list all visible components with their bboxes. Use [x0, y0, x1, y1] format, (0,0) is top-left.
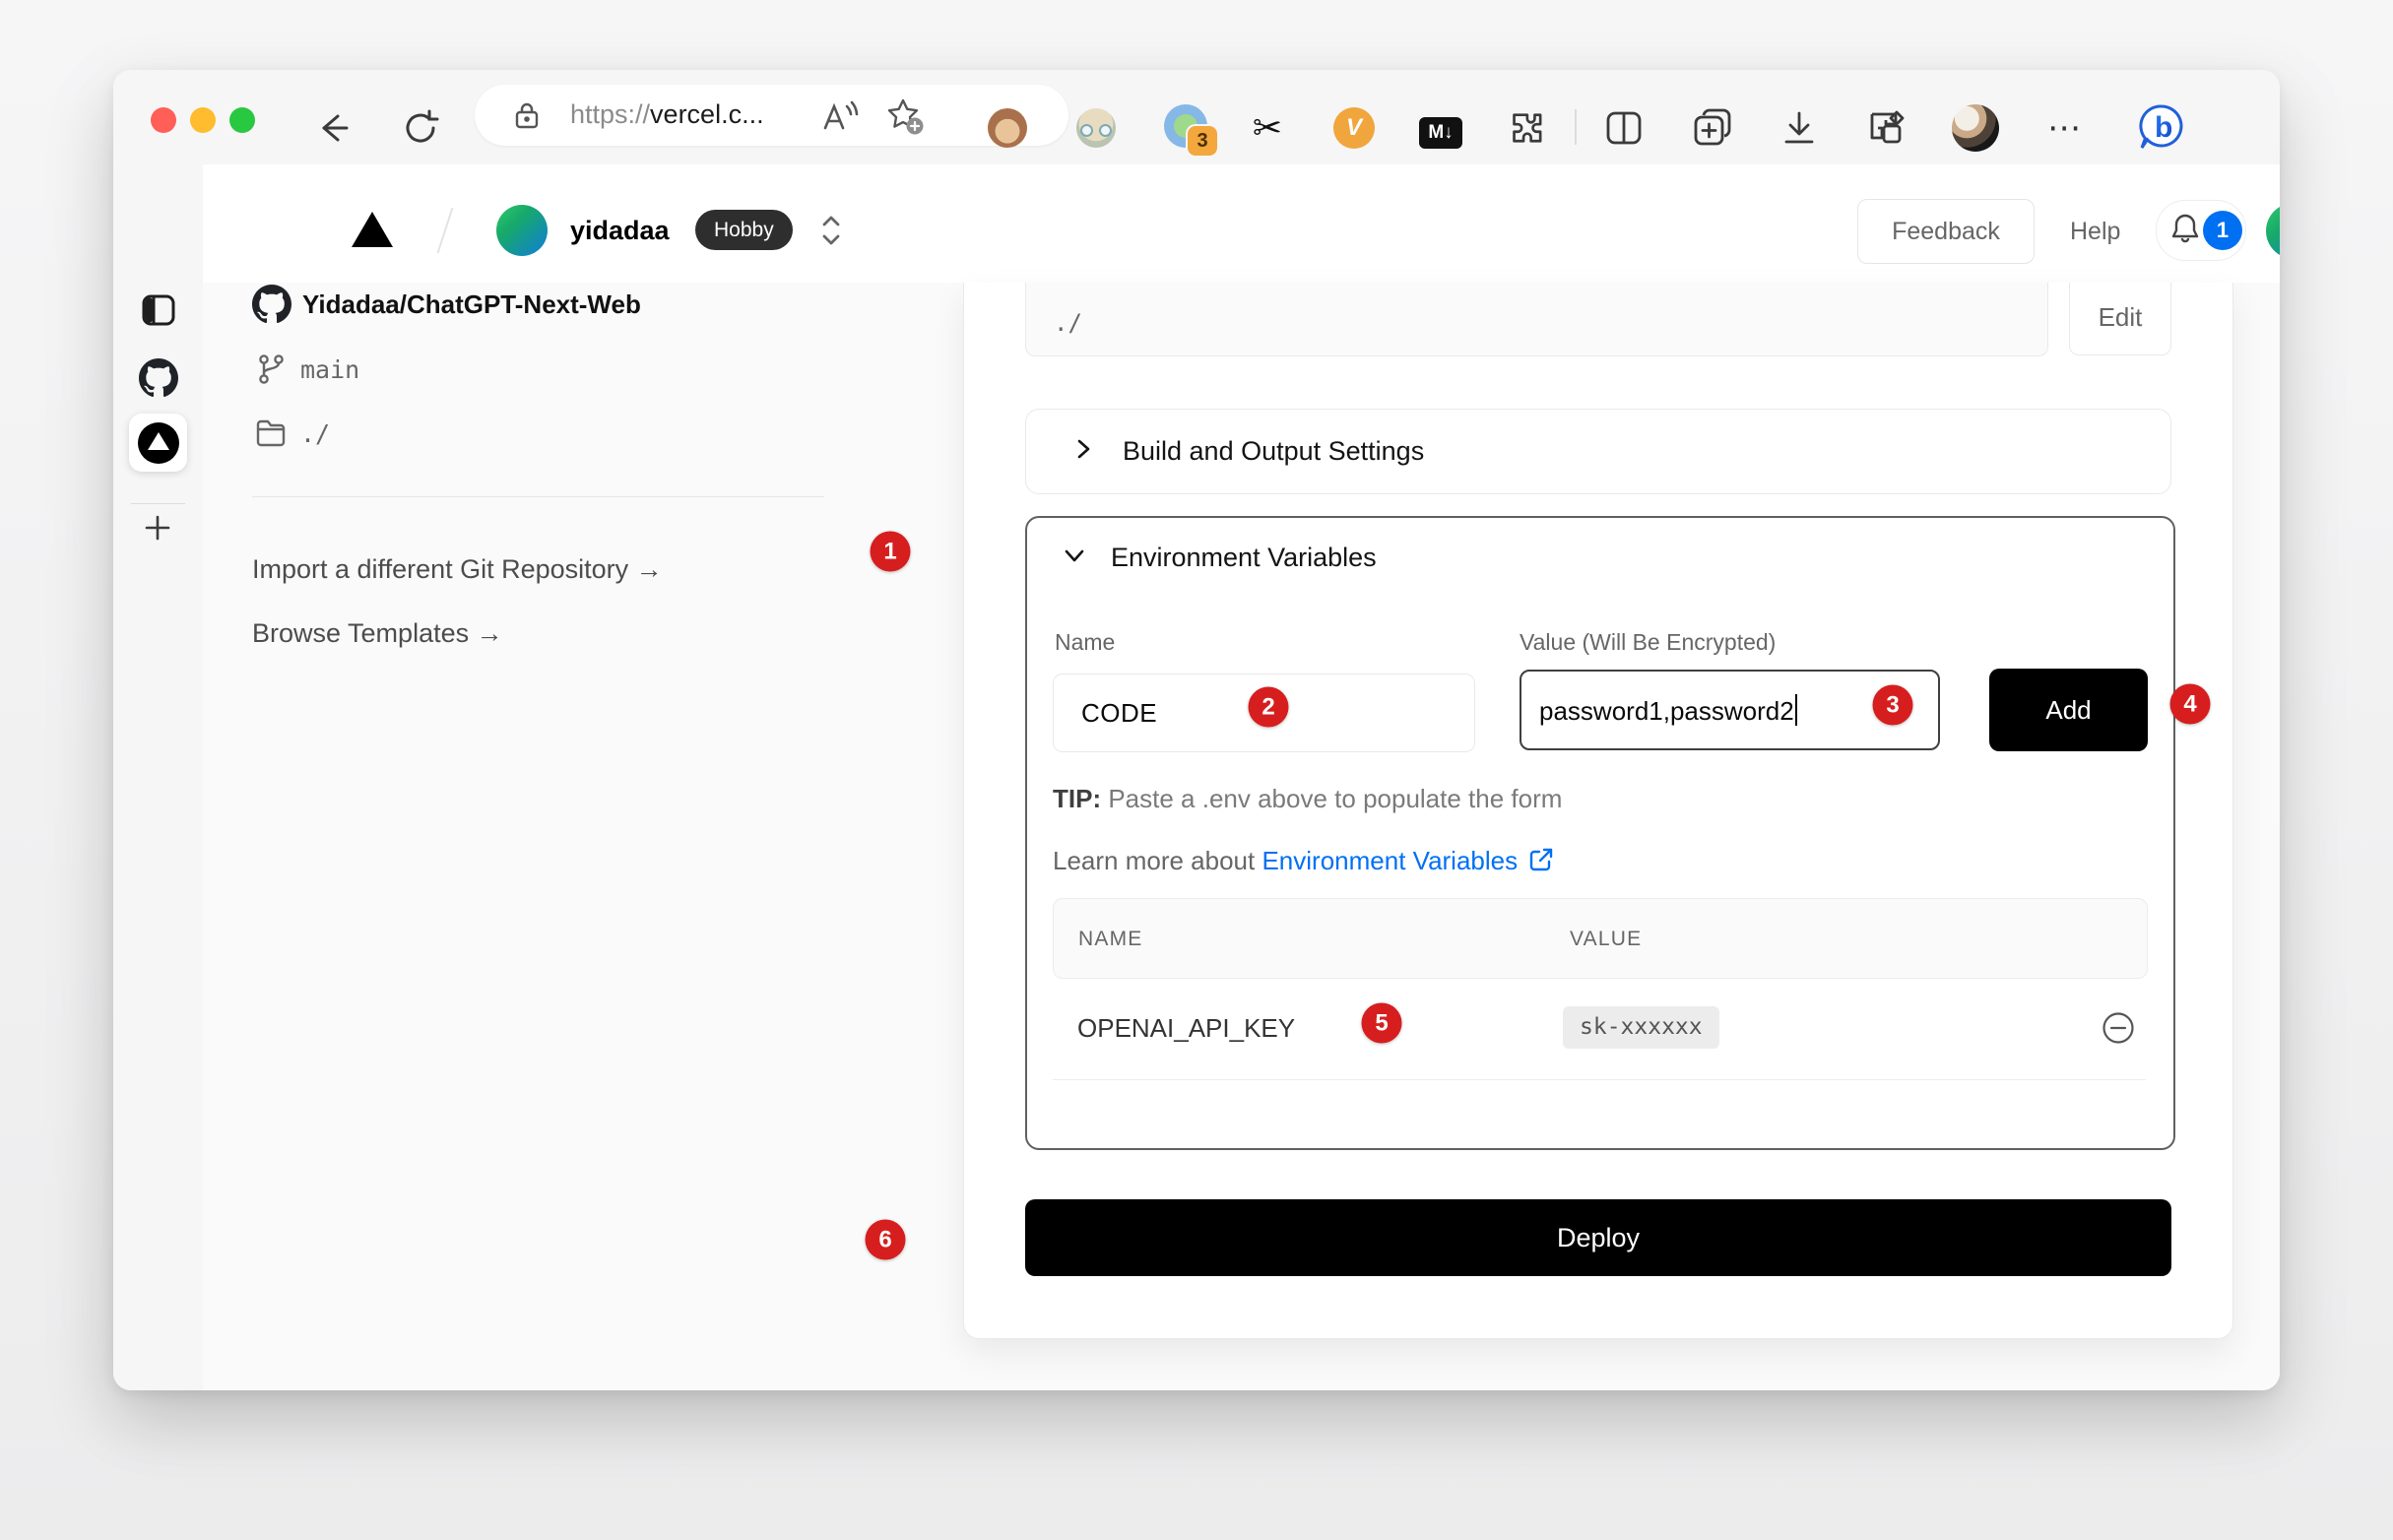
env-value-text: password1,password2: [1539, 694, 1797, 727]
breadcrumb-slash: [437, 208, 454, 253]
env-row-divider: [1053, 1079, 2146, 1080]
deploy-button[interactable]: Deploy: [1025, 1199, 2171, 1276]
env-tip: TIP: Paste a .env above to populate the …: [1053, 784, 1562, 814]
browser-essentials-icon[interactable]: [1864, 106, 1909, 150]
maximize-window-button[interactable]: [229, 107, 255, 133]
remove-env-icon[interactable]: [2101, 1010, 2136, 1051]
browser-window: https://vercel.c... 3 ✂ V: [113, 70, 2280, 1390]
v-extension-icon[interactable]: V: [1332, 106, 1376, 150]
env-table-header: NAME VALUE: [1053, 898, 2148, 979]
tab-group-count-badge: 3: [1188, 126, 1217, 156]
sidebar-divider: [131, 503, 185, 504]
split-screen-icon[interactable]: [1602, 107, 1646, 149]
external-link-icon: [1527, 846, 1555, 880]
edit-root-directory-button[interactable]: Edit: [2069, 283, 2171, 355]
git-branch-icon: [255, 353, 287, 391]
downloads-icon[interactable]: [1779, 107, 1820, 149]
root-directory-value: ./: [1054, 309, 1082, 337]
notifications-button[interactable]: 1: [2156, 200, 2246, 261]
annotation-badge-2: 2: [1249, 687, 1289, 728]
tampermonkey-extension-icon[interactable]: [986, 106, 1029, 150]
import-different-repo-link[interactable]: Import a different Git Repository →: [252, 554, 663, 585]
plan-badge: Hobby: [695, 210, 793, 250]
browser-toolbar: https://vercel.c... 3 ✂ V: [113, 70, 2280, 164]
team-name: yidadaa: [570, 216, 670, 246]
browser-profile-avatar[interactable]: [1952, 104, 1999, 152]
annotation-badge-6: 6: [866, 1220, 906, 1260]
branch-name: main: [300, 355, 359, 384]
name-label: Name: [1055, 629, 1115, 656]
vercel-logo-icon[interactable]: [352, 212, 393, 247]
env-row-name: OPENAI_API_KEY: [1077, 1013, 1295, 1044]
edge-vertical-tabs-sidebar: [113, 164, 204, 1390]
env-table-header-value: VALUE: [1570, 928, 1642, 951]
notification-count-badge: 1: [2203, 211, 2242, 250]
refresh-icon[interactable]: [400, 107, 441, 149]
user-avatar[interactable]: [2266, 203, 2280, 259]
back-icon[interactable]: [311, 106, 355, 150]
team-avatar: [496, 205, 548, 256]
vercel-tab-active[interactable]: [129, 414, 187, 472]
url-text: https://vercel.c...: [570, 99, 764, 130]
repo-name: Yidadaa/ChatGPT-Next-Web: [302, 289, 641, 320]
env-table-row: OPENAI_API_KEY sk-xxxxxx: [1027, 977, 2169, 1079]
env-docs-link[interactable]: Environment Variables: [1261, 846, 1518, 875]
team-switcher-icon[interactable]: [817, 208, 845, 258]
svg-text:b: b: [2155, 111, 2172, 144]
lock-icon: [512, 100, 542, 135]
sidebar-toggle-icon[interactable]: [141, 293, 176, 332]
value-label: Value (Will Be Encrypted): [1520, 629, 1776, 656]
env-name-value: CODE: [1081, 698, 1157, 729]
environment-variables-section: Environment Variables Name Value (Will B…: [1025, 516, 2175, 1150]
reader-extension-icon[interactable]: [1074, 106, 1118, 150]
collections-icon[interactable]: [1690, 105, 1735, 149]
annotation-badge-5: 5: [1362, 1003, 1402, 1044]
page-content: Yidadaa/ChatGPT-Next-Web main ./ Import …: [203, 283, 2280, 1390]
bell-icon: [2169, 212, 2201, 250]
close-window-button[interactable]: [151, 107, 176, 133]
env-table-header-name: NAME: [1078, 928, 1142, 951]
annotation-badge-3: 3: [1873, 685, 1913, 726]
scissors-extension-icon[interactable]: ✂: [1246, 106, 1289, 150]
url-scheme: https://: [570, 99, 650, 129]
extensions-puzzle-icon[interactable]: [1508, 106, 1551, 150]
address-bar[interactable]: https://vercel.c...: [475, 85, 1068, 146]
learn-more-line: Learn more about Environment Variables: [1053, 846, 1555, 880]
env-section-header[interactable]: Environment Variables: [1061, 542, 1377, 574]
chevron-right-icon: [1070, 436, 1096, 467]
configure-project-card: ./ Edit Build and Output Settings Enviro…: [963, 283, 2233, 1339]
annotation-badge-1: 1: [871, 532, 911, 572]
minimize-window-button[interactable]: [190, 107, 216, 133]
env-section-title: Environment Variables: [1111, 543, 1377, 573]
browse-templates-link[interactable]: Browse Templates →: [252, 618, 503, 649]
root-directory: ./: [300, 419, 330, 448]
vercel-favicon: [138, 422, 179, 464]
build-output-settings-section[interactable]: Build and Output Settings: [1025, 409, 2171, 494]
panel-divider: [252, 496, 824, 497]
more-menu-icon[interactable]: ⋯: [2041, 105, 2089, 151]
env-row-value: sk-xxxxxx: [1563, 1006, 1719, 1049]
url-host: vercel.c...: [650, 99, 764, 129]
read-aloud-icon[interactable]: [819, 98, 859, 139]
build-output-settings-title: Build and Output Settings: [1123, 436, 1424, 467]
feedback-button[interactable]: Feedback: [1857, 199, 2035, 264]
add-favorite-icon[interactable]: [884, 96, 926, 141]
add-env-button[interactable]: Add: [1989, 669, 2148, 751]
new-tab-icon[interactable]: [141, 511, 174, 549]
vercel-header: yidadaa Hobby Feedback Help 1: [203, 164, 2280, 284]
root-directory-input[interactable]: ./: [1025, 283, 2048, 356]
tab-group-extension-icon[interactable]: 3: [1164, 104, 1207, 148]
bing-chat-icon[interactable]: b: [2134, 100, 2189, 160]
chevron-down-icon: [1061, 542, 1088, 574]
github-repo-icon: [252, 285, 291, 329]
help-link[interactable]: Help: [2070, 218, 2120, 246]
github-tab-favicon[interactable]: [139, 358, 178, 403]
markdown-extension-icon[interactable]: M↓: [1419, 111, 1462, 155]
annotation-badge-4: 4: [2170, 684, 2211, 725]
tip-label: TIP:: [1053, 784, 1101, 813]
toolbar-divider: [1575, 109, 1577, 145]
folder-icon: [254, 417, 288, 454]
text-caret: [1795, 694, 1797, 726]
